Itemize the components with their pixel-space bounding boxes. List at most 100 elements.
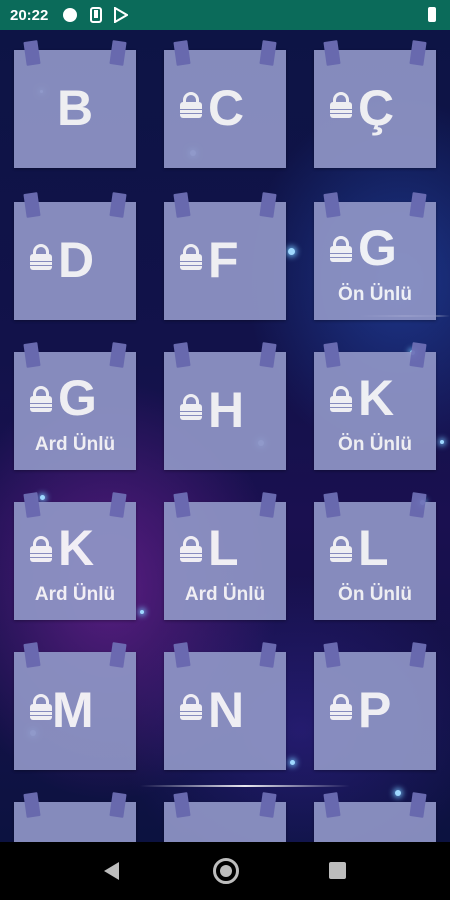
card-subtitle: Ön Ünlü [338,284,412,305]
card-subtitle: Ön Ünlü [338,434,412,455]
tape [323,40,341,66]
lock-icon [330,236,352,262]
lock-icon [180,694,202,720]
lock-icon [30,536,52,562]
tape [23,40,41,66]
tape [173,792,191,818]
tape [23,342,41,368]
lock-icon [30,244,52,270]
card-subtitle: Ön Ünlü [338,584,412,605]
tape [323,492,341,518]
tape [259,792,277,818]
letter-card-partial[interactable] [164,792,286,842]
tape [173,642,191,668]
recent-apps-icon[interactable] [329,862,346,879]
circle-notification-icon [62,7,78,23]
card-subtitle: Ard Ünlü [34,584,116,605]
tape [409,342,427,368]
back-icon[interactable] [104,862,119,880]
lock-icon [330,92,352,118]
tape [109,792,127,818]
lock-icon [30,386,52,412]
letter-card-p[interactable]: P [314,642,436,770]
battery-icon [428,7,436,22]
card-letter: F [208,232,239,288]
letter-card-h[interactable]: H [164,342,286,470]
letter-card-k-on-unlu[interactable]: K Ön Ünlü [314,342,436,470]
lock-icon [330,536,352,562]
navigation-bar [0,842,450,900]
tape [173,342,191,368]
tape [409,40,427,66]
lock-icon [330,694,352,720]
lock-icon [180,394,202,420]
card-letter: C [208,80,245,136]
lock-icon [180,244,202,270]
tape [173,192,191,218]
play-store-icon [114,7,129,23]
tape [323,792,341,818]
card-letter: Ç [358,80,395,136]
tape [109,342,127,368]
letter-card-d[interactable]: D [14,192,136,320]
tape [173,492,191,518]
card-letter: K [358,370,395,426]
tape [259,342,277,368]
letter-card-l-on-unlu[interactable]: L Ön Ünlü [314,492,436,620]
card-letter: P [358,682,392,738]
letter-card-c-cedilla[interactable]: Ç [314,40,436,168]
card-letter: L [358,520,389,576]
home-icon[interactable] [213,858,239,884]
tape [259,492,277,518]
letter-card-g-ard-unlu[interactable]: G Ard Ünlü [14,342,136,470]
letter-card-m[interactable]: M [14,642,136,770]
card-letter: G [58,370,97,426]
tape [409,492,427,518]
card-letter: K [58,520,95,576]
card-letter: M [52,682,94,738]
card-subtitle: Ard Ünlü [184,584,266,605]
tape [109,192,127,218]
tape [23,792,41,818]
status-bar: 20:22 [0,0,450,30]
card-subtitle: Ard Ünlü [34,434,116,455]
tape [23,492,41,518]
tape [409,642,427,668]
tape [323,192,341,218]
tape [323,342,341,368]
tape [109,492,127,518]
card-letter: N [208,682,245,738]
letter-card-f[interactable]: F [164,192,286,320]
card-letter: H [208,382,245,438]
tape [23,642,41,668]
letter-card-g-on-unlu[interactable]: G Ön Ünlü [314,192,436,320]
game-background: B C Ç D F G Ön Ünlü G Ard Ünlü H K Ön Ün… [0,30,450,842]
letter-card-partial[interactable] [314,792,436,842]
letter-card-n[interactable]: N [164,642,286,770]
tape [259,192,277,218]
card-letter: G [358,220,397,276]
lock-icon [180,536,202,562]
tape [409,792,427,818]
tape [23,192,41,218]
card-letter: B [56,80,94,136]
tape [259,40,277,66]
tape [109,642,127,668]
card-letter: D [58,232,95,288]
card-letter: L [208,520,239,576]
letter-card-k-ard-unlu[interactable]: K Ard Ünlü [14,492,136,620]
status-time: 20:22 [10,6,49,24]
letter-card-partial[interactable] [14,792,136,842]
letter-card-b[interactable]: B [14,40,136,168]
lock-icon [30,694,52,720]
phone-icon [90,7,103,23]
letter-card-l-ard-unlu[interactable]: L Ard Ünlü [164,492,286,620]
tape [323,642,341,668]
tape [173,40,191,66]
lock-icon [330,386,352,412]
letter-card-c[interactable]: C [164,40,286,168]
tape [259,642,277,668]
tape [409,192,427,218]
tape [109,40,127,66]
lock-icon [180,92,202,118]
